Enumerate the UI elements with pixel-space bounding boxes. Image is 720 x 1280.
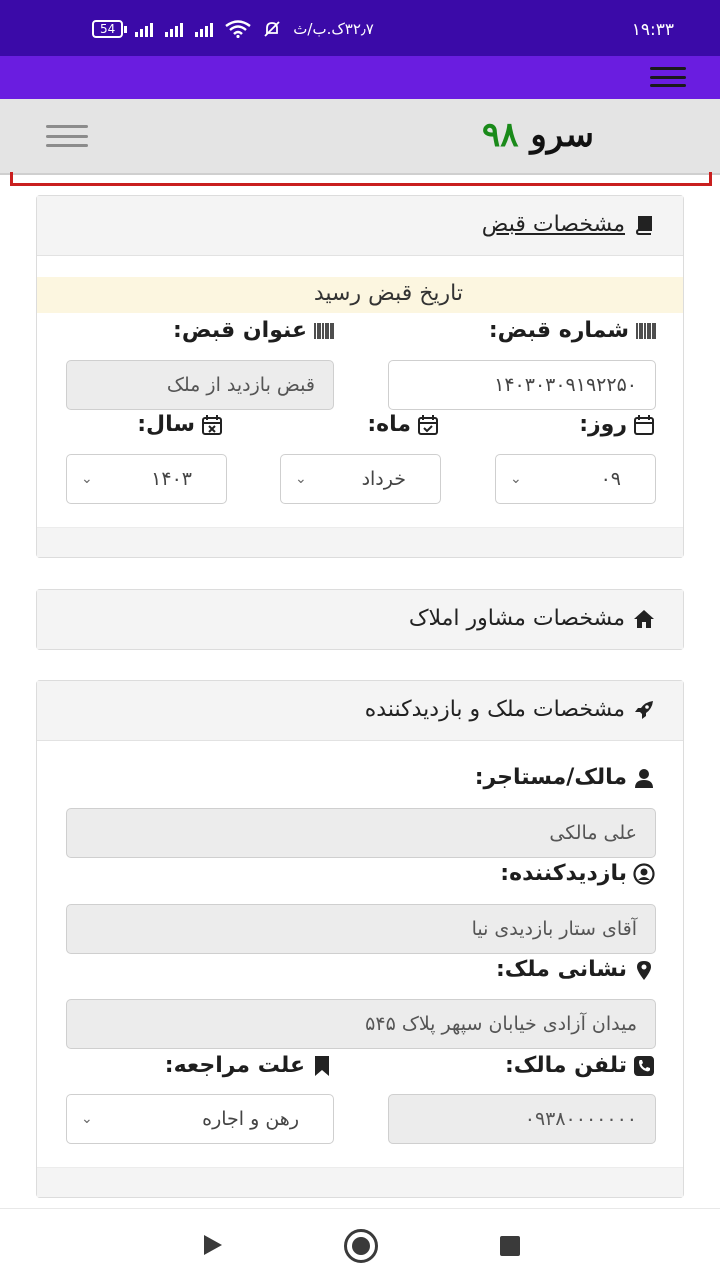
bookmark-icon — [315, 1055, 329, 1076]
receipt-panel-header[interactable]: مشخصات قبض — [37, 196, 683, 256]
day-label: روز: — [579, 412, 627, 437]
advisor-panel-title: مشخصات مشاور املاک — [408, 606, 625, 631]
visitor-label-wrap: بازدیدکننده: — [500, 861, 655, 886]
network-speed: ۳۲٫۷ک.ب/ث — [293, 20, 374, 38]
logo[interactable]: سرو ۹۸ — [482, 115, 594, 155]
top-bar — [0, 56, 720, 99]
hamburger-menu-icon[interactable] — [46, 125, 88, 147]
phone-icon — [634, 1055, 654, 1076]
phone-label: تلفن مالک: — [505, 1053, 627, 1078]
address-label-wrap: نشانی ملک: — [496, 957, 655, 982]
app-header: سرو ۹۸ — [0, 99, 720, 175]
user-icon — [635, 768, 653, 788]
header-underline — [10, 172, 712, 186]
logo-text: سرو — [530, 115, 595, 155]
chevron-down-icon: ⌄ — [510, 471, 522, 487]
logo-number: ۹۸ — [482, 115, 519, 155]
receipt-number-input[interactable]: ۱۴۰۳۰۳۰۹۱۹۲۲۵۰ — [388, 360, 656, 410]
home-icon — [634, 609, 654, 628]
signal-icon — [135, 21, 154, 37]
visitor-label: بازدیدکننده: — [500, 861, 627, 886]
day-select[interactable]: ۰۹ ⌄ — [495, 454, 656, 504]
property-panel: مشخصات ملک و بازدیدکننده مالک/مستاجر: عل… — [36, 680, 684, 1198]
calendar-x-icon — [202, 414, 222, 435]
chevron-down-icon: ⌄ — [81, 1111, 93, 1127]
receipt-panel-footer — [37, 527, 683, 557]
phone-input[interactable]: ۰۹۳۸۰۰۰۰۰۰۰ — [388, 1094, 656, 1144]
barcode-icon — [314, 322, 334, 339]
wifi-icon — [225, 20, 252, 38]
date-banner: تاریخ قبض رسید — [37, 277, 683, 313]
receipt-number-label: شماره قبض: — [488, 318, 629, 343]
battery-icon: 54 — [92, 20, 128, 38]
owner-label-wrap: مالک/مستاجر: — [475, 765, 655, 790]
receipt-title-label-wrap: عنوان قبض: — [173, 318, 335, 343]
status-icons: 54 ۳۲٫۷ک.ب/ث — [92, 20, 374, 38]
reason-label: علت مراجعه: — [164, 1053, 305, 1078]
map-pin-icon — [637, 960, 651, 980]
reason-select[interactable]: رهن و اجاره ⌄ — [66, 1094, 334, 1144]
owner-label: مالک/مستاجر: — [474, 765, 627, 790]
property-panel-footer — [37, 1167, 683, 1197]
year-label: سال: — [137, 412, 195, 437]
month-select[interactable]: خرداد ⌄ — [280, 454, 441, 504]
system-nav-bar — [0, 1208, 720, 1280]
reason-select-value: رهن و اجاره — [202, 1108, 299, 1130]
property-panel-header[interactable]: مشخصات ملک و بازدیدکننده — [37, 681, 683, 741]
calendar-check-icon — [418, 414, 438, 435]
calendar-icon — [634, 414, 654, 435]
year-label-wrap: سال: — [137, 412, 223, 437]
menu-icon[interactable] — [650, 67, 686, 87]
mute-icon — [264, 21, 280, 37]
date-banner-text: تاریخ قبض رسید — [313, 281, 463, 306]
day-label-wrap: روز: — [579, 412, 655, 437]
reason-label-wrap: علت مراجعه: — [165, 1053, 333, 1078]
receipt-panel: مشخصات قبض تاریخ قبض رسید شماره قبض: عنو… — [36, 195, 684, 558]
signal-icon — [165, 21, 184, 37]
chevron-down-icon: ⌄ — [81, 471, 93, 487]
receipt-title-input[interactable]: قبض بازدید از ملک — [66, 360, 334, 410]
day-select-value: ۰۹ — [600, 468, 621, 490]
owner-input[interactable]: علی مالکی — [66, 808, 656, 858]
month-select-value: خرداد — [361, 468, 406, 490]
address-label: نشانی ملک: — [495, 957, 627, 982]
barcode-icon — [636, 322, 656, 339]
chevron-down-icon: ⌄ — [295, 471, 307, 487]
receipt-number-label-wrap: شماره قبض: — [489, 318, 657, 343]
phone-label-wrap: تلفن مالک: — [505, 1053, 655, 1078]
year-select-value: ۱۴۰۳ — [151, 468, 192, 490]
property-panel-title: مشخصات ملک و بازدیدکننده — [364, 697, 625, 722]
receipt-title-label: عنوان قبض: — [173, 318, 307, 343]
advisor-panel-header[interactable]: مشخصات مشاور املاک — [37, 590, 683, 649]
home-button-icon[interactable] — [344, 1229, 378, 1263]
rocket-icon — [635, 700, 653, 719]
month-label-wrap: ماه: — [367, 412, 439, 437]
address-input[interactable]: میدان آزادی خیابان سپهر پلاک ۵۴۵ — [66, 999, 656, 1049]
status-bar: ۱۹:۳۳ 54 ۳۲٫۷ک.ب/ث — [0, 0, 720, 56]
status-time: ۱۹:۳۳ — [631, 20, 674, 40]
recent-apps-icon[interactable] — [500, 1236, 520, 1256]
month-label: ماه: — [367, 412, 411, 437]
user-circle-icon — [633, 862, 655, 885]
visitor-input[interactable]: آقای ستار بازدیدی نیا — [66, 904, 656, 954]
signal-icon — [195, 21, 214, 37]
back-icon[interactable] — [204, 1235, 222, 1255]
year-select[interactable]: ۱۴۰۳ ⌄ — [66, 454, 227, 504]
advisor-panel: مشخصات مشاور املاک — [36, 589, 684, 650]
receipt-panel-title: مشخصات قبض — [481, 212, 625, 237]
book-icon — [635, 215, 652, 235]
